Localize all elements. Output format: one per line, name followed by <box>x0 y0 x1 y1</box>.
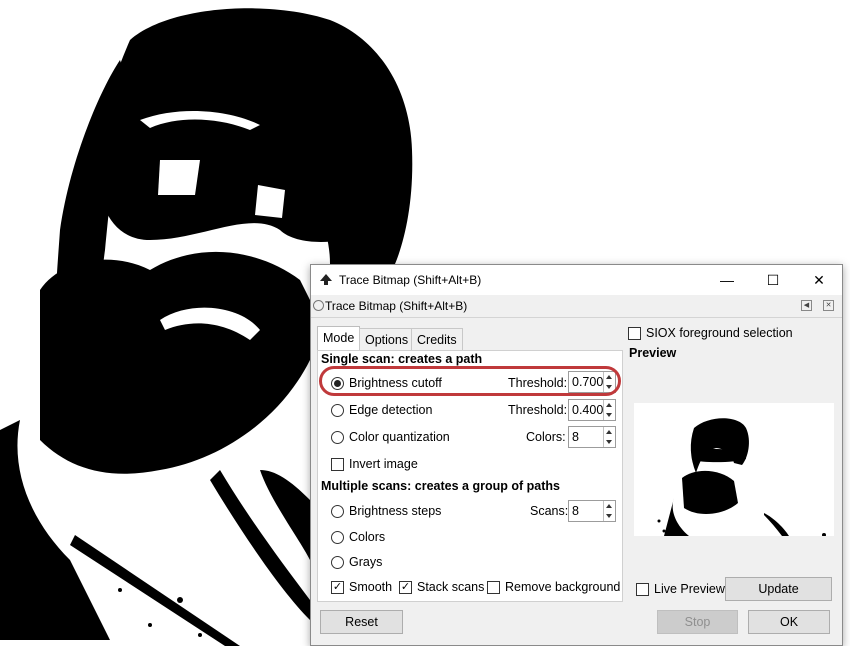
spin-arrows-icon[interactable] <box>603 400 615 420</box>
invert-image-label: Invert image <box>349 457 418 471</box>
edge-detection-label: Edge detection <box>349 403 433 417</box>
dock-close-icon[interactable]: ✕ <box>823 300 834 311</box>
stack-scans-checkbox[interactable]: ✓ <box>399 581 412 594</box>
colors-spinbox[interactable]: 8 <box>568 426 616 448</box>
siox-label: SIOX foreground selection <box>646 326 793 340</box>
minimize-button[interactable]: — <box>704 265 750 295</box>
remove-background-label: Remove background <box>505 580 621 594</box>
ok-button[interactable]: OK <box>748 610 830 634</box>
single-scan-heading: Single scan: creates a path <box>321 352 483 366</box>
multiple-scans-heading: Multiple scans: creates a group of paths <box>321 479 560 493</box>
smooth-label: Smooth <box>349 580 393 594</box>
dock-title: Trace Bitmap (Shift+Alt+B) <box>325 299 468 313</box>
colors-label: Colors: <box>526 430 566 444</box>
edge-threshold-label: Threshold: <box>508 403 568 417</box>
scans-spinbox[interactable]: 8 <box>568 500 616 522</box>
grays-radio[interactable] <box>331 556 344 569</box>
window-title: Trace Bitmap (Shift+Alt+B) <box>339 273 482 287</box>
dock-collapse-icon[interactable]: ◀ <box>801 300 812 311</box>
remove-background-checkbox[interactable] <box>487 581 500 594</box>
edge-threshold-spinbox[interactable]: 0.400 <box>568 399 616 421</box>
color-quantization-radio[interactable] <box>331 431 344 444</box>
tab-mode[interactable]: Mode <box>317 326 361 351</box>
preview-heading: Preview <box>629 346 677 360</box>
edge-detection-radio[interactable] <box>331 404 344 417</box>
window-titlebar[interactable]: Trace Bitmap (Shift+Alt+B) — ☐ ✕ <box>311 265 842 295</box>
spin-arrows-icon[interactable] <box>603 427 615 447</box>
live-preview-checkbox[interactable] <box>636 583 649 596</box>
live-preview-label: Live Preview <box>654 582 725 596</box>
colors-radio[interactable] <box>331 531 344 544</box>
spin-arrows-icon[interactable] <box>603 501 615 521</box>
stack-scans-label: Stack scans <box>417 580 485 594</box>
invert-image-checkbox[interactable] <box>331 458 344 471</box>
grays-label: Grays <box>349 555 383 569</box>
reset-button[interactable]: Reset <box>320 610 403 634</box>
brightness-steps-label: Brightness steps <box>349 504 442 518</box>
stop-button[interactable]: Stop <box>657 610 738 634</box>
color-quantization-label: Color quantization <box>349 430 450 444</box>
brightness-steps-radio[interactable] <box>331 505 344 518</box>
colors-option-label: Colors <box>349 530 386 544</box>
update-button[interactable]: Update <box>725 577 832 601</box>
scans-label: Scans: <box>530 504 569 518</box>
tab-options[interactable]: Options <box>359 328 415 351</box>
smooth-checkbox[interactable]: ✓ <box>331 581 344 594</box>
highlight-annotation <box>319 366 621 396</box>
maximize-button[interactable]: ☐ <box>750 265 796 295</box>
siox-checkbox[interactable] <box>628 327 641 340</box>
preview-thumbnail <box>657 418 826 537</box>
close-button[interactable]: ✕ <box>796 265 842 295</box>
preview-image <box>634 403 834 537</box>
dialog-icon <box>313 300 324 311</box>
dock-header: Trace Bitmap (Shift+Alt+B) ◀ ✕ <box>311 295 842 318</box>
inkscape-icon <box>320 274 332 285</box>
trace-bitmap-window: Trace Bitmap (Shift+Alt+B) — ☐ ✕ Trace B… <box>310 264 843 646</box>
tab-credits[interactable]: Credits <box>411 328 463 351</box>
